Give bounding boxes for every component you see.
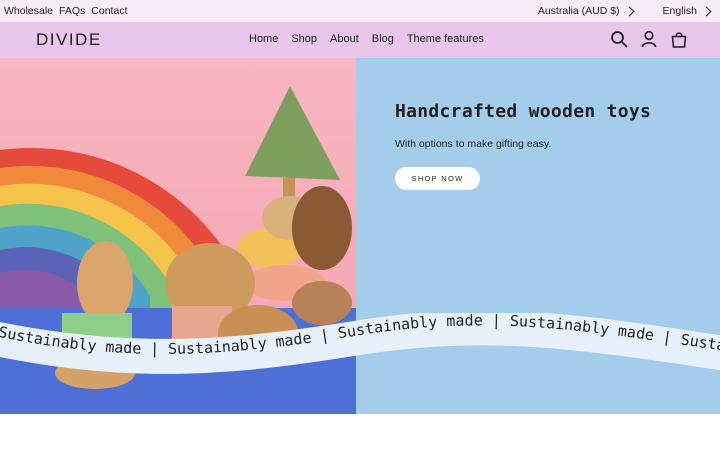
nav-home[interactable]: Home xyxy=(249,33,278,45)
hero-title: Handcrafted wooden toys xyxy=(395,101,652,122)
account-icon[interactable] xyxy=(640,30,658,48)
below-fold-section xyxy=(0,414,720,450)
wholesale-link[interactable]: Wholesale xyxy=(4,5,53,17)
nav-shop[interactable]: Shop xyxy=(291,33,317,45)
utility-links: Wholesale FAQs Contact xyxy=(4,5,127,17)
nav-about[interactable]: About xyxy=(330,33,359,45)
country-selector[interactable]: Australia (AUD $) xyxy=(538,5,639,17)
search-icon[interactable] xyxy=(610,30,628,48)
cart-icon[interactable] xyxy=(670,30,688,48)
localization: Australia (AUD $) English xyxy=(538,5,716,17)
hero-subtitle: With options to make gifting easy. xyxy=(395,138,552,150)
logo[interactable]: DIVIDE xyxy=(36,30,102,50)
chevron-right-icon xyxy=(701,6,712,16)
nav-blog[interactable]: Blog xyxy=(372,33,394,45)
contact-link[interactable]: Contact xyxy=(91,5,127,17)
header-icons xyxy=(610,30,688,48)
main-nav: Home Shop About Blog Theme features xyxy=(249,33,484,45)
chevron-right-icon xyxy=(624,6,634,16)
language-label: English xyxy=(662,5,697,17)
sustainably-made-ribbon: | Sustainably made | Sustainably made | … xyxy=(0,313,720,374)
nav-theme-features[interactable]: Theme features xyxy=(407,33,484,45)
faqs-link[interactable]: FAQs xyxy=(59,5,85,17)
country-label: Australia (AUD $) xyxy=(537,5,620,17)
shop-now-button[interactable]: SHOP NOW xyxy=(395,167,480,190)
hero-banner: Handcrafted wooden toys With options to … xyxy=(0,58,720,414)
language-selector[interactable]: English xyxy=(663,5,716,17)
site-header: DIVIDE Home Shop About Blog Theme featur… xyxy=(0,22,720,58)
utility-bar: Wholesale FAQs Contact Australia (AUD $)… xyxy=(0,0,720,22)
